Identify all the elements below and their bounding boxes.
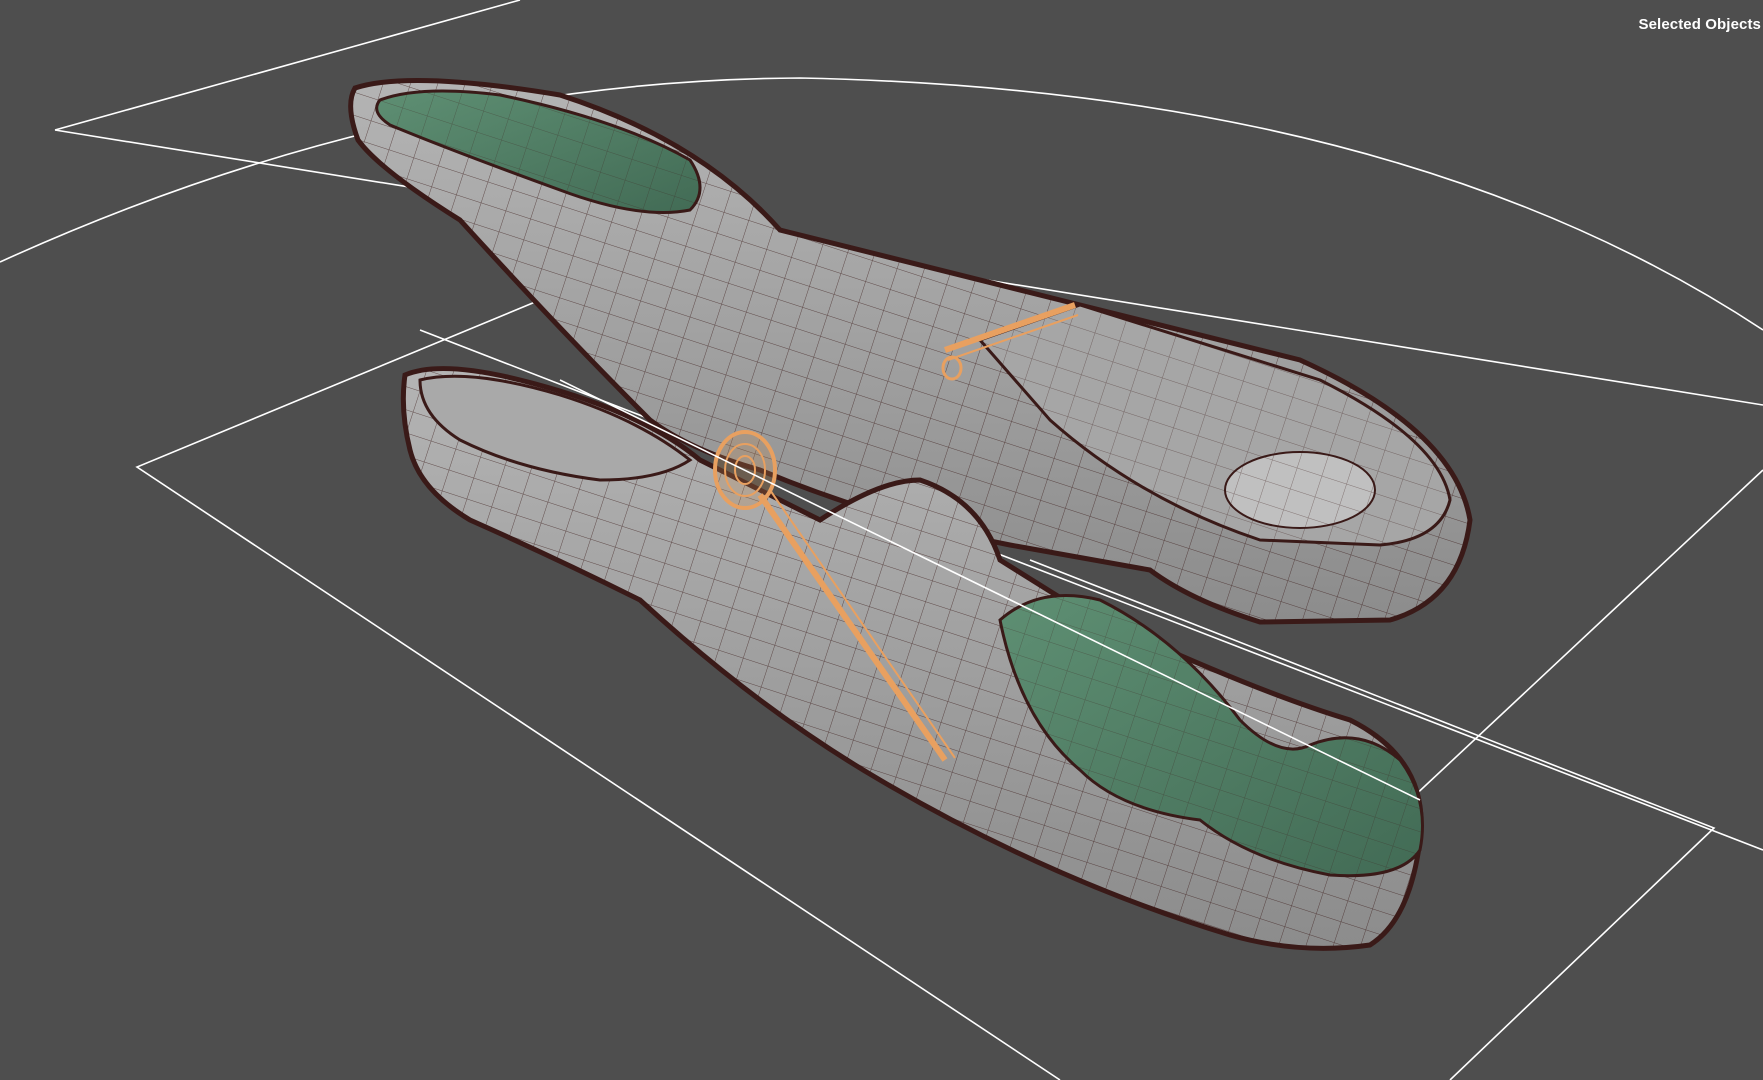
viewport-overlay-label: Selected Objects	[1638, 16, 1761, 33]
3d-viewport[interactable]: Selected Objects	[0, 0, 1763, 1080]
viewport-scene[interactable]	[0, 0, 1763, 1080]
